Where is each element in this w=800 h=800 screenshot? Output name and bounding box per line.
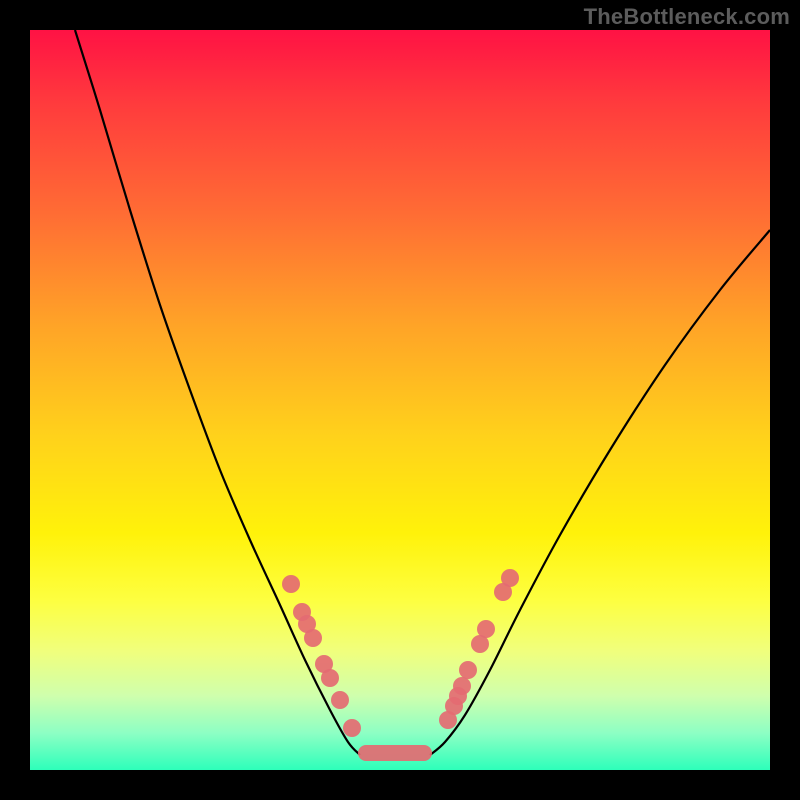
- data-point-marker: [304, 629, 322, 647]
- data-point-marker: [459, 661, 477, 679]
- data-point-marker: [453, 677, 471, 695]
- curve-left: [75, 30, 360, 755]
- curve-right: [430, 230, 770, 755]
- plot-area: [30, 30, 770, 770]
- watermark-text: TheBottleneck.com: [584, 4, 790, 30]
- data-point-marker: [477, 620, 495, 638]
- marker-group-left: [282, 575, 361, 737]
- flat-bottom-segment: [358, 745, 432, 761]
- data-point-marker: [282, 575, 300, 593]
- data-point-marker: [501, 569, 519, 587]
- data-point-marker: [343, 719, 361, 737]
- chart-frame: TheBottleneck.com: [0, 0, 800, 800]
- chart-svg: [30, 30, 770, 770]
- data-point-marker: [321, 669, 339, 687]
- marker-group-right: [439, 569, 519, 729]
- data-point-marker: [331, 691, 349, 709]
